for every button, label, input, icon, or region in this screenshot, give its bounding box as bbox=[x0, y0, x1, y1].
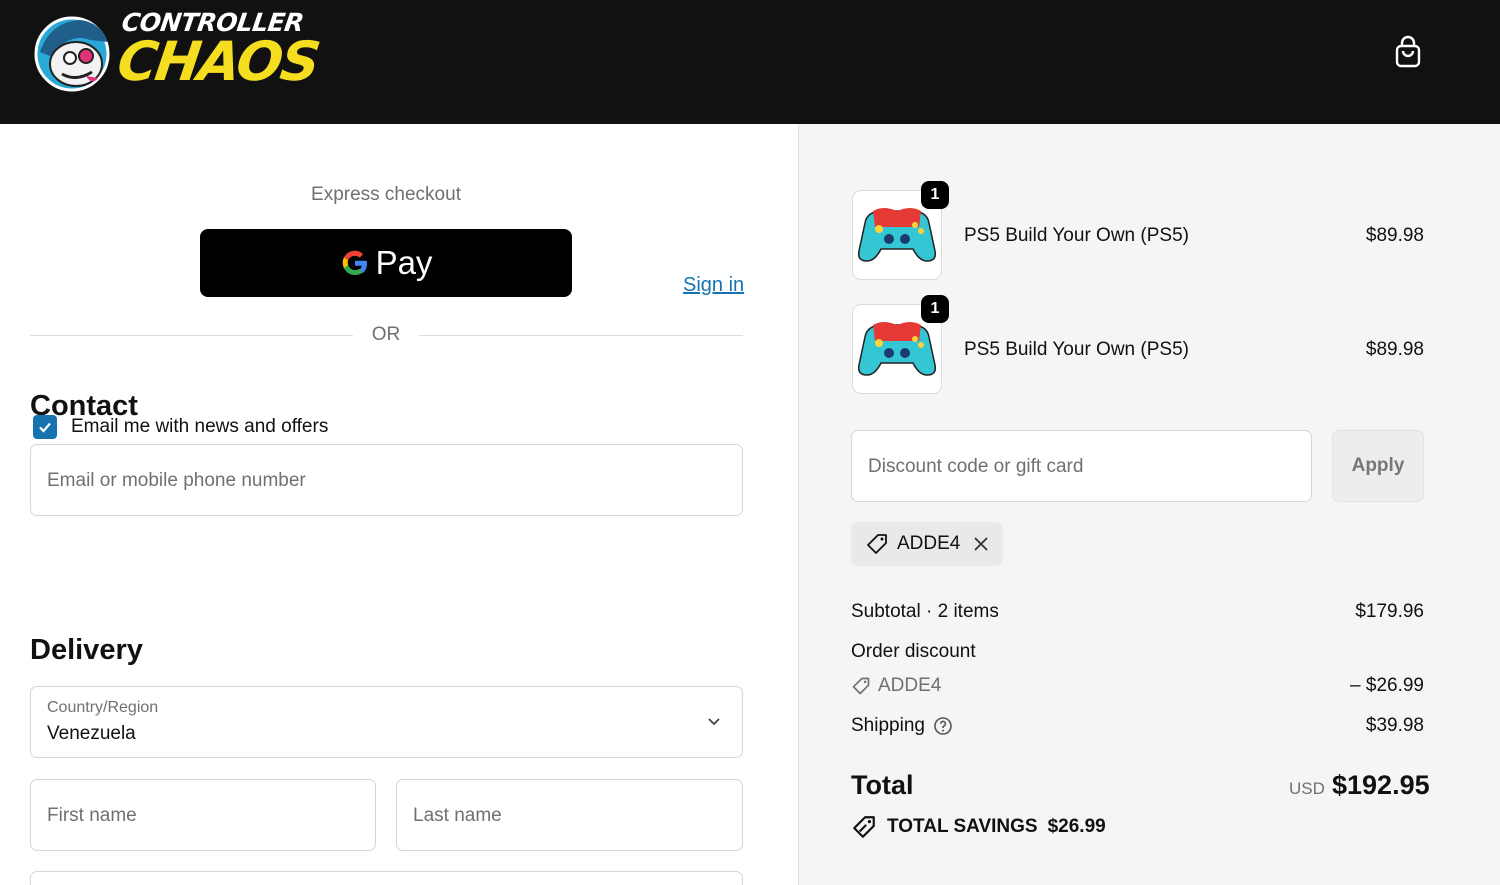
shipping-label: Shipping bbox=[851, 715, 925, 736]
google-g-icon bbox=[342, 250, 367, 276]
close-icon bbox=[974, 537, 988, 551]
quantity-badge: 1 bbox=[921, 295, 949, 323]
subtotal-value: $179.96 bbox=[1355, 601, 1424, 622]
total-savings-row: TOTAL SAVINGS $26.99 bbox=[851, 814, 1106, 840]
tag-icon bbox=[853, 816, 875, 838]
country-select[interactable]: Country/Region Venezuela bbox=[30, 686, 743, 758]
applied-discount-code: ADDE4 bbox=[897, 533, 961, 554]
checkmark-icon bbox=[39, 422, 51, 433]
applied-discount-chip: ADDE4 bbox=[851, 522, 1003, 566]
currency-code: USD bbox=[1289, 779, 1325, 798]
express-checkout-label: Express checkout bbox=[311, 184, 461, 205]
discount-code-input[interactable]: Discount code or gift card bbox=[851, 430, 1312, 502]
delivery-heading: Delivery bbox=[30, 634, 143, 666]
tag-icon bbox=[867, 534, 887, 554]
discount-value: – $26.99 bbox=[1350, 675, 1424, 696]
product-thumbnail: 1 bbox=[852, 181, 949, 280]
or-divider: OR bbox=[30, 324, 743, 348]
shipping-info-button[interactable] bbox=[933, 716, 953, 736]
total-label: Total bbox=[851, 770, 914, 800]
google-pay-button[interactable]: Pay bbox=[200, 229, 572, 297]
first-name-placeholder: First name bbox=[47, 805, 137, 826]
first-name-field[interactable]: First name bbox=[30, 779, 376, 851]
newsletter-checkbox[interactable] bbox=[33, 415, 57, 439]
order-discount-label: Order discount bbox=[851, 641, 976, 662]
last-name-field[interactable]: Last name bbox=[396, 779, 743, 851]
email-field[interactable]: Email or mobile phone number bbox=[30, 444, 743, 516]
brand-wordmark-main: CHAOS bbox=[113, 30, 323, 93]
cart-button[interactable] bbox=[1390, 34, 1426, 70]
address-field[interactable] bbox=[30, 871, 743, 885]
subtotal-label: Subtotal · 2 items bbox=[851, 601, 999, 622]
email-placeholder: Email or mobile phone number bbox=[47, 470, 306, 491]
question-circle-icon bbox=[934, 717, 952, 735]
shopping-bag-icon bbox=[1395, 35, 1421, 68]
shipping-value: $39.98 bbox=[1365, 715, 1424, 736]
last-name-placeholder: Last name bbox=[413, 805, 502, 826]
tag-icon bbox=[852, 677, 870, 695]
item-price: $89.98 bbox=[1365, 339, 1424, 360]
apply-discount-button[interactable]: Apply bbox=[1332, 430, 1424, 502]
item-name: PS5 Build Your Own (PS5) bbox=[964, 339, 1189, 360]
total-savings-label: TOTAL SAVINGS bbox=[887, 816, 1038, 837]
discount-code-text: ADDE4 bbox=[878, 675, 942, 696]
total-value: $192.95 bbox=[1332, 770, 1430, 800]
google-pay-label: Pay bbox=[375, 244, 433, 281]
sign-in-link[interactable]: Sign in bbox=[683, 274, 744, 297]
mascot-logo-icon bbox=[34, 16, 110, 92]
shipping-row: Shipping bbox=[851, 715, 953, 737]
total-savings-value: $26.99 bbox=[1047, 816, 1106, 837]
controller-chaos-logo[interactable]: CONTROLLER CHAOS bbox=[30, 8, 322, 96]
remove-discount-button[interactable] bbox=[972, 535, 990, 553]
discount-placeholder: Discount code or gift card bbox=[868, 456, 1084, 477]
item-name: PS5 Build Your Own (PS5) bbox=[964, 225, 1189, 246]
chevron-down-icon bbox=[708, 718, 720, 726]
or-label: OR bbox=[371, 324, 401, 345]
item-price: $89.98 bbox=[1365, 225, 1424, 246]
country-label: Country/Region bbox=[47, 699, 159, 716]
newsletter-label: Email me with news and offers bbox=[71, 416, 329, 437]
country-value: Venezuela bbox=[47, 723, 136, 744]
product-thumbnail: 1 bbox=[852, 295, 949, 394]
order-discount-code: ADDE4 bbox=[851, 675, 941, 697]
quantity-badge: 1 bbox=[921, 181, 949, 209]
site-header: CONTROLLER CHAOS bbox=[0, 0, 1500, 124]
